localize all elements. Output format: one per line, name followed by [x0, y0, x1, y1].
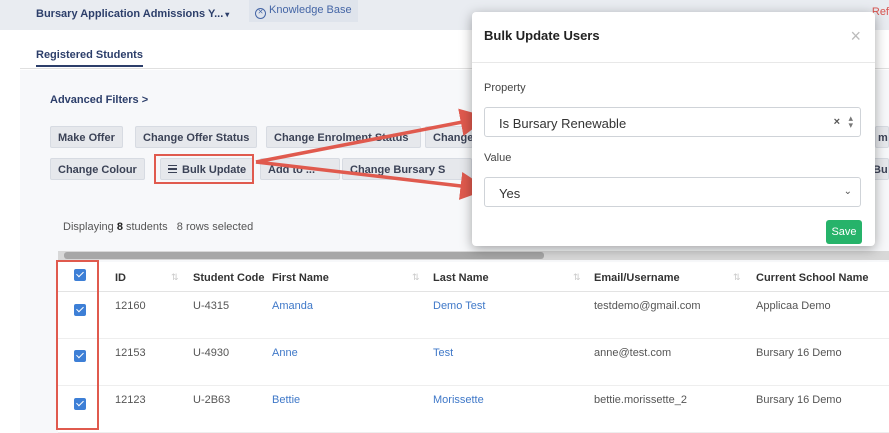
- property-select-value: Is Bursary Renewable: [499, 116, 627, 131]
- change-button[interactable]: Change: [425, 126, 473, 148]
- change-offer-status-button[interactable]: Change Offer Status: [135, 126, 258, 148]
- change-bursary-status-button[interactable]: Change Bursary S: [342, 158, 472, 180]
- cell-school: Bursary 16 Demo: [756, 347, 842, 359]
- value-select-value: Yes: [499, 186, 521, 201]
- save-button[interactable]: Save: [826, 220, 862, 244]
- sort-icon[interactable]: ⇅: [573, 272, 581, 283]
- column-header-student-code[interactable]: Student Code: [193, 272, 265, 284]
- cell-first-name-link[interactable]: Anne: [272, 347, 298, 359]
- cell-email: testdemo@gmail.com: [594, 300, 701, 312]
- advanced-filters-toggle[interactable]: Advanced Filters >: [50, 94, 148, 106]
- cell-first-name-link[interactable]: Bettie: [272, 394, 300, 406]
- tab-registered-students[interactable]: Registered Students: [36, 49, 143, 67]
- cell-last-name-link[interactable]: Test: [433, 347, 453, 359]
- cell-student-code: U-4930: [193, 347, 230, 359]
- status-suffix: students: [126, 221, 168, 233]
- change-colour-button[interactable]: Change Colour: [50, 158, 145, 180]
- cell-student-code: U-2B63: [193, 394, 231, 406]
- cell-id: 12160: [115, 300, 146, 312]
- knowledge-base-label: Knowledge Base: [269, 4, 352, 16]
- cell-first-name-link[interactable]: Amanda: [272, 300, 313, 312]
- change-enrolment-status-button[interactable]: Change Enrolment Status: [266, 126, 421, 148]
- sort-icon[interactable]: ⇅: [733, 272, 741, 283]
- advanced-filters-label: Advanced Filters: [50, 94, 139, 106]
- cell-email: bettie.morissette_2: [594, 394, 687, 406]
- column-header-id[interactable]: ID: [115, 272, 126, 284]
- property-label: Property: [484, 82, 526, 94]
- cell-student-code: U-4315: [193, 300, 230, 312]
- clear-icon[interactable]: ×: [834, 116, 840, 128]
- chevron-right-icon: >: [141, 94, 149, 106]
- cell-school: Bursary 16 Demo: [756, 394, 842, 406]
- bulk-update-highlight: [154, 154, 254, 184]
- modal-title: Bulk Update Users: [484, 28, 600, 43]
- bulk-update-modal: Bulk Update Users × Property Is Bursary …: [472, 12, 875, 246]
- overflow-button-row1[interactable]: m: [875, 126, 889, 148]
- cell-school: Applicaa Demo: [756, 300, 831, 312]
- add-to-button[interactable]: Add to ...: [260, 158, 340, 180]
- rows-selected: 8 rows selected: [176, 221, 254, 233]
- chevron-down-icon: ▾: [225, 10, 230, 19]
- close-icon[interactable]: ×: [850, 27, 861, 45]
- column-header-email[interactable]: Email/Username: [594, 272, 680, 284]
- sort-icon[interactable]: ⇅: [412, 272, 420, 283]
- cell-last-name-link[interactable]: Morissette: [433, 394, 484, 406]
- column-header-last-name[interactable]: Last Name: [433, 272, 489, 284]
- cell-id: 12153: [115, 347, 146, 359]
- value-label: Value: [484, 152, 512, 164]
- knowledge-base-link[interactable]: ✕ Knowledge Base: [249, 0, 358, 22]
- column-header-first-name[interactable]: First Name: [272, 272, 329, 284]
- scrollbar-thumb[interactable]: [64, 252, 544, 259]
- help-circle-icon: ✕: [255, 8, 266, 19]
- modal-divider: [472, 62, 875, 63]
- chevron-down-icon: ⌄: [843, 186, 852, 197]
- cell-id: 12123: [115, 394, 146, 406]
- checkbox-column-highlight: [56, 260, 99, 430]
- make-offer-button[interactable]: Make Offer: [50, 126, 123, 148]
- cell-email: anne@test.com: [594, 347, 672, 359]
- app-switcher[interactable]: Bursary Application Admissions Y... ▾: [36, 8, 229, 20]
- app-title: Bursary Application Admissions Y...: [36, 8, 224, 20]
- cell-last-name-link[interactable]: Demo Test: [433, 300, 485, 312]
- status-count: 8: [116, 221, 123, 233]
- property-select[interactable]: Is Bursary Renewable × ▴ ▾: [484, 107, 861, 137]
- column-header-school[interactable]: Current School Name: [756, 272, 868, 284]
- status-prefix: Displaying: [63, 221, 114, 233]
- value-select[interactable]: Yes ⌄: [484, 177, 861, 207]
- sort-icon[interactable]: ⇅: [171, 272, 179, 283]
- sort-arrows-icon: ▴ ▾: [848, 113, 853, 130]
- table-status: Displaying 8 students 8 rows selected: [63, 221, 253, 233]
